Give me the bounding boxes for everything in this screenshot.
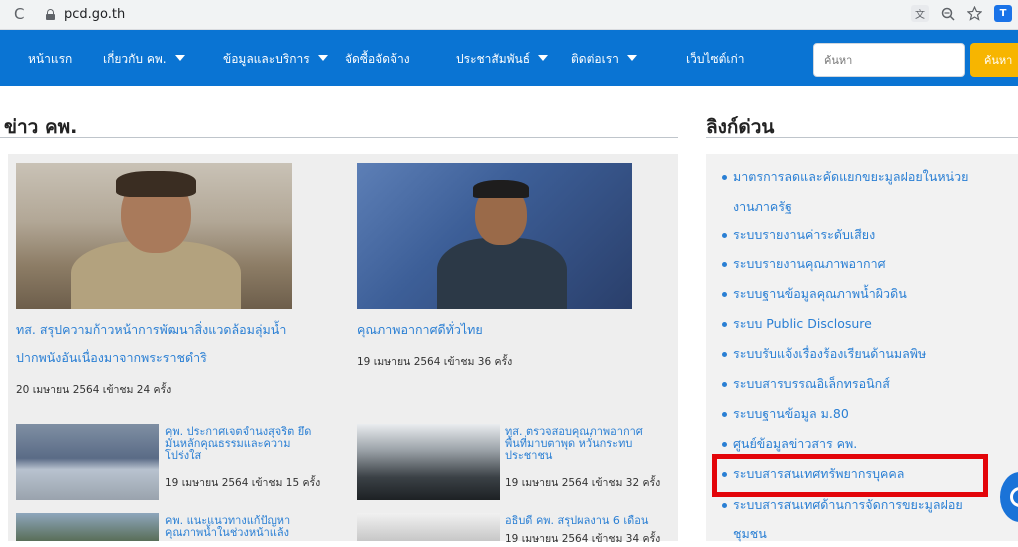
news-meta: 19 เมษายน 2564 เข้าชม 34 ครั้ง xyxy=(505,533,661,545)
news-thumbnail[interactable] xyxy=(357,424,500,500)
bullet-icon xyxy=(722,503,727,508)
caret-down-icon xyxy=(626,55,637,61)
nav-label: ติดต่อเรา xyxy=(571,52,619,66)
news-title-link[interactable]: อธิบดี คพ. สรุปผลงาน 6 เดือน xyxy=(505,515,648,527)
featured-news-image[interactable] xyxy=(16,163,292,309)
news-title-link[interactable]: ปากพนังอันเนื่องมาจากพระราชดำริ xyxy=(16,344,207,372)
bullet-icon xyxy=(722,352,727,357)
featured-news-image[interactable] xyxy=(357,163,632,309)
quick-link[interactable]: ระบบรับแจ้งเรื่องร้องเรียนด้านมลพิษ xyxy=(733,344,926,364)
quick-link[interactable]: ระบบ Public Disclosure xyxy=(733,314,872,334)
news-meta: 19 เมษายน 2564 เข้าชม 15 ครั้ง xyxy=(165,477,321,489)
lock-icon[interactable] xyxy=(46,9,55,20)
news-thumbnail[interactable] xyxy=(357,513,500,541)
nav-item-pr[interactable]: ประชาสัมพันธ์ xyxy=(456,50,549,69)
reload-icon[interactable]: C xyxy=(14,5,24,23)
bullet-icon xyxy=(722,262,727,267)
caret-down-icon xyxy=(317,55,328,61)
nav-label: หน้าแรก xyxy=(28,52,73,66)
title-line: อธิบดี คพ. สรุปผลงาน 6 เดือน xyxy=(505,514,649,527)
nav-item-procurement[interactable]: จัดซื้อจัดจ้าง xyxy=(345,50,410,69)
news-title-link[interactable]: ทส. สรุปความก้าวหน้าการพัฒนาสิ่งแวดล้อมล… xyxy=(16,316,286,344)
quick-link[interactable]: ระบบสารสนเทศด้านการจัดการขยะมูลฝอย xyxy=(733,495,963,515)
browser-toolbar: C pcd.go.th 文 T xyxy=(0,0,1018,30)
bullet-icon xyxy=(722,292,727,297)
quick-link[interactable]: ระบบสารบรรณอิเล็กทรอนิกส์ xyxy=(733,374,890,394)
title-line: ประชาชน xyxy=(505,449,553,462)
news-title-link[interactable]: ทส. ตรวจสอบคุณภาพอากาศ พื้นที่มาบตาพุด ห… xyxy=(505,426,643,462)
bullet-icon xyxy=(722,233,727,238)
quick-link[interactable]: ระบบรายงานคุณภาพอากาศ xyxy=(733,254,886,274)
bullet-icon xyxy=(722,412,727,417)
news-title-link[interactable]: คพ. ประกาศเจตจำนงสุจริต ยึด มั่นหลักคุณธ… xyxy=(165,426,311,462)
quick-link[interactable]: ระบบรายงานค่าระดับเสียง xyxy=(733,225,875,245)
bullet-icon xyxy=(722,175,727,180)
quick-link[interactable]: ระบบฐานข้อมูลคุณภาพน้ำผิวดิน xyxy=(733,284,907,304)
quick-link[interactable]: ศูนย์ข้อมูลข่าวสาร คพ. xyxy=(733,434,857,454)
news-meta: 19 เมษายน 2564 เข้าชม 36 ครั้ง xyxy=(357,356,513,368)
address-bar[interactable]: pcd.go.th xyxy=(64,7,125,22)
translate-icon[interactable]: 文 xyxy=(911,5,929,22)
caret-down-icon xyxy=(538,55,549,61)
bullet-icon xyxy=(722,382,727,387)
extension-icon[interactable]: T xyxy=(994,5,1012,22)
news-meta: 19 เมษายน 2564 เข้าชม 32 ครั้ง xyxy=(505,477,661,489)
nav-label: จัดซื้อจัดจ้าง xyxy=(345,52,410,66)
bookmark-star-icon[interactable] xyxy=(967,6,982,21)
nav-item-old-site[interactable]: เว็บไซต์เก่า xyxy=(686,50,745,69)
quick-link[interactable]: ระบบฐานข้อมูล ม.80 xyxy=(733,404,849,424)
search-button[interactable]: ค้นหา xyxy=(970,43,1018,77)
title-line: คุณภาพน้ำในช่วงหน้าแล้ง xyxy=(165,526,289,539)
highlight-annotation-box xyxy=(712,454,988,497)
title-line: โปร่งใส xyxy=(165,449,202,462)
nav-item-about[interactable]: เกี่ยวกับ คพ. xyxy=(103,50,185,69)
nav-label: ประชาสัมพันธ์ xyxy=(456,52,531,66)
news-thumbnail[interactable] xyxy=(16,513,159,541)
quick-link[interactable]: งานภาครัฐ xyxy=(733,197,792,217)
zoom-icon[interactable] xyxy=(941,7,955,21)
nav-item-info-services[interactable]: ข้อมูลและบริการ xyxy=(223,50,328,69)
nav-label: ข้อมูลและบริการ xyxy=(223,52,310,66)
quick-link[interactable]: ชุมชน xyxy=(733,524,767,544)
caret-down-icon xyxy=(174,55,185,61)
bullet-icon xyxy=(722,442,727,447)
search-input[interactable] xyxy=(813,43,965,77)
news-meta: 20 เมษายน 2564 เข้าชม 24 ครั้ง xyxy=(16,384,172,396)
news-thumbnail[interactable] xyxy=(16,424,159,500)
nav-item-home[interactable]: หน้าแรก xyxy=(28,50,72,69)
nav-label: เกี่ยวกับ คพ. xyxy=(103,52,167,66)
news-title-link[interactable]: คพ. แนะแนวทางแก้ปัญหา คุณภาพน้ำในช่วงหน้… xyxy=(165,515,290,539)
news-title-divider xyxy=(0,137,678,138)
nav-label: เว็บไซต์เก่า xyxy=(686,52,745,66)
quick-link[interactable]: มาตรการลดและคัดแยกขยะมูลฝอยในหน่วย xyxy=(733,167,968,187)
news-title-link[interactable]: คุณภาพอากาศดีทั่วไทย xyxy=(357,316,483,344)
quick-links-divider xyxy=(706,137,1018,138)
nav-item-contact[interactable]: ติดต่อเรา xyxy=(571,50,637,69)
bullet-icon xyxy=(722,322,727,327)
